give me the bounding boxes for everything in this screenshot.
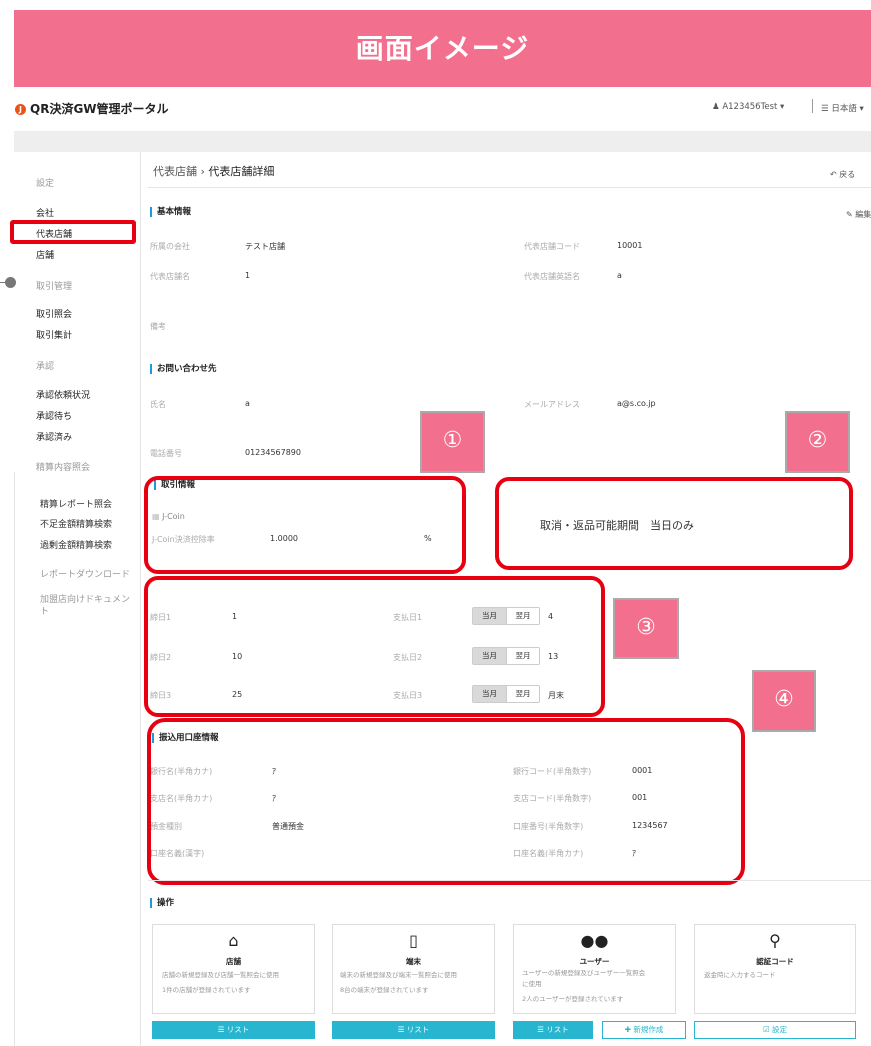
sidebar-item-store[interactable]: 店舗: [36, 248, 54, 261]
highlight-box-rep-store: [10, 220, 136, 244]
edit-icon: ✎: [846, 210, 856, 219]
sidebar-item-merchant-docs-cont[interactable]: ト: [40, 604, 49, 617]
terminal-card-desc: 端末の新規登録及び端末一覧照会に使用: [340, 971, 457, 979]
sidebar-item-report-download[interactable]: レポートダウンロード: [40, 567, 130, 580]
company-value: テスト店舗: [245, 242, 285, 251]
user-icon: ♟: [712, 102, 723, 112]
annotation-dot: [5, 277, 16, 288]
sidebar-item-shortage-search[interactable]: 不足金額精算検索: [40, 517, 112, 530]
store-card-desc: 店舗の新規登録及び店舗一覧照会に使用: [162, 971, 279, 979]
annotation-badge-3: ③: [613, 598, 679, 659]
sidebar-item-txn-summary[interactable]: 取引集計: [36, 328, 72, 341]
sidebar-divider: [140, 152, 141, 1046]
terminal-card-title: 端末: [406, 957, 421, 966]
edit-button[interactable]: ✎ 編集: [846, 209, 871, 220]
store-name-label: 代表店舗名: [150, 272, 190, 281]
user-name: A123456Test ▾: [722, 102, 785, 112]
terminal-card-count: 8台の端末が登録されています: [340, 986, 429, 994]
auth-code-card-title: 認証コード: [756, 957, 794, 966]
auth-code-card-desc: 返金時に入力するコード: [704, 971, 776, 979]
breadcrumb-parent[interactable]: 代表店舗: [153, 165, 197, 178]
note-label: 備考: [150, 322, 166, 331]
store-name-en-value: a: [617, 271, 622, 280]
sidebar-heading-settings: 設定: [36, 179, 55, 189]
email-label: メールアドレス: [524, 400, 580, 409]
header-divider: [812, 99, 813, 113]
sidebar-sub-border: [14, 472, 15, 1046]
key-icon: ⚲: [769, 931, 781, 950]
back-arrow-icon: ↶: [830, 170, 840, 179]
email-value: a@s.co.jp: [617, 399, 656, 408]
back-button[interactable]: ↶ 戻る: [830, 169, 855, 180]
language-icon: ☰: [821, 104, 832, 114]
annotation-badge-4: ④: [752, 670, 816, 732]
sidebar-heading-approval: 承認: [36, 362, 55, 372]
highlight-box-3: [144, 576, 605, 717]
user-card-title: ユーザー: [579, 957, 610, 966]
sidebar-item-surplus-search[interactable]: 過剰金額精算検索: [40, 538, 112, 551]
user-card-count: 2人のユーザーが登録されています: [522, 995, 624, 1003]
store-code-label: 代表店舗コード: [524, 242, 580, 251]
annotation-badge-1: ①: [420, 411, 485, 473]
back-label: 戻る: [839, 170, 856, 179]
sidebar-item-company[interactable]: 会社: [36, 206, 54, 219]
app-title[interactable]: QR決済GW管理ポータル: [30, 100, 169, 117]
cancel-period-text: 取消・返品可能期間 当日のみ: [540, 519, 694, 532]
section-heading-operations: 操作: [150, 898, 174, 908]
sidebar-item-settlement-report[interactable]: 精算レポート照会: [40, 497, 112, 510]
sidebar-heading-txn: 取引管理: [36, 282, 73, 292]
breadcrumb-sep: ›: [200, 165, 205, 178]
annotation-badge-2: ②: [785, 411, 850, 473]
phone-value: 01234567890: [245, 448, 301, 457]
store-list-button[interactable]: ☰ リスト: [152, 1021, 315, 1039]
user-create-button[interactable]: ✚ 新規作成: [602, 1021, 686, 1039]
terminal-list-button[interactable]: ☰ リスト: [332, 1021, 495, 1039]
breadcrumb: 代表店舗 › 代表店舗詳細: [153, 163, 274, 179]
store-name-en-label: 代表店舗英語名: [524, 272, 580, 281]
phone-label: 電話番号: [150, 449, 182, 458]
section-heading-contact: お問い合わせ先: [150, 364, 217, 374]
store-name-value: 1: [245, 271, 251, 280]
store-card-count: 1件の店舗が登録されています: [162, 986, 251, 994]
contact-name-value: a: [245, 399, 250, 408]
page-banner: 画面イメージ: [14, 10, 871, 87]
sidebar-item-txn-inquiry[interactable]: 取引照会: [36, 307, 72, 320]
section-heading-basic: 基本情報: [150, 207, 191, 217]
mobile-icon: ▯: [409, 931, 418, 950]
highlight-box-4: [147, 718, 745, 885]
home-icon: ⌂: [228, 931, 239, 950]
user-card-desc-cont: に使用: [522, 980, 542, 988]
sidebar-heading-settlement: 精算内容照会: [36, 463, 91, 473]
users-icon: ●●: [580, 931, 609, 950]
auth-code-settings-button[interactable]: ☑ 設定: [694, 1021, 856, 1039]
user-card-desc: ユーザーの新規登録及びユーザー一覧照会: [522, 969, 646, 977]
user-list-button[interactable]: ☰ リスト: [513, 1021, 593, 1039]
toolbar-strip: [14, 131, 871, 152]
user-menu[interactable]: ♟ A123456Test ▾: [712, 102, 784, 112]
language-menu[interactable]: ☰ 日本語 ▾: [821, 102, 864, 114]
highlight-box-1: [144, 476, 466, 574]
sidebar-item-approval-done[interactable]: 承認済み: [36, 430, 72, 443]
app-logo-icon: J: [15, 104, 26, 115]
language-label: 日本語 ▾: [831, 104, 864, 114]
store-code-value: 10001: [617, 241, 643, 250]
company-label: 所属の会社: [150, 242, 190, 251]
divider: [148, 880, 871, 881]
divider: [148, 187, 871, 188]
sidebar-item-approval-status[interactable]: 承認依頼状況: [36, 388, 90, 401]
edit-label: 編集: [855, 210, 871, 219]
contact-name-label: 氏名: [150, 400, 166, 409]
sidebar-item-approval-waiting[interactable]: 承認待ち: [36, 409, 72, 422]
sidebar-item-merchant-docs[interactable]: 加盟店向けドキュメン: [40, 592, 130, 605]
breadcrumb-current: 代表店舗詳細: [208, 165, 275, 178]
store-card-title: 店舗: [226, 957, 241, 966]
